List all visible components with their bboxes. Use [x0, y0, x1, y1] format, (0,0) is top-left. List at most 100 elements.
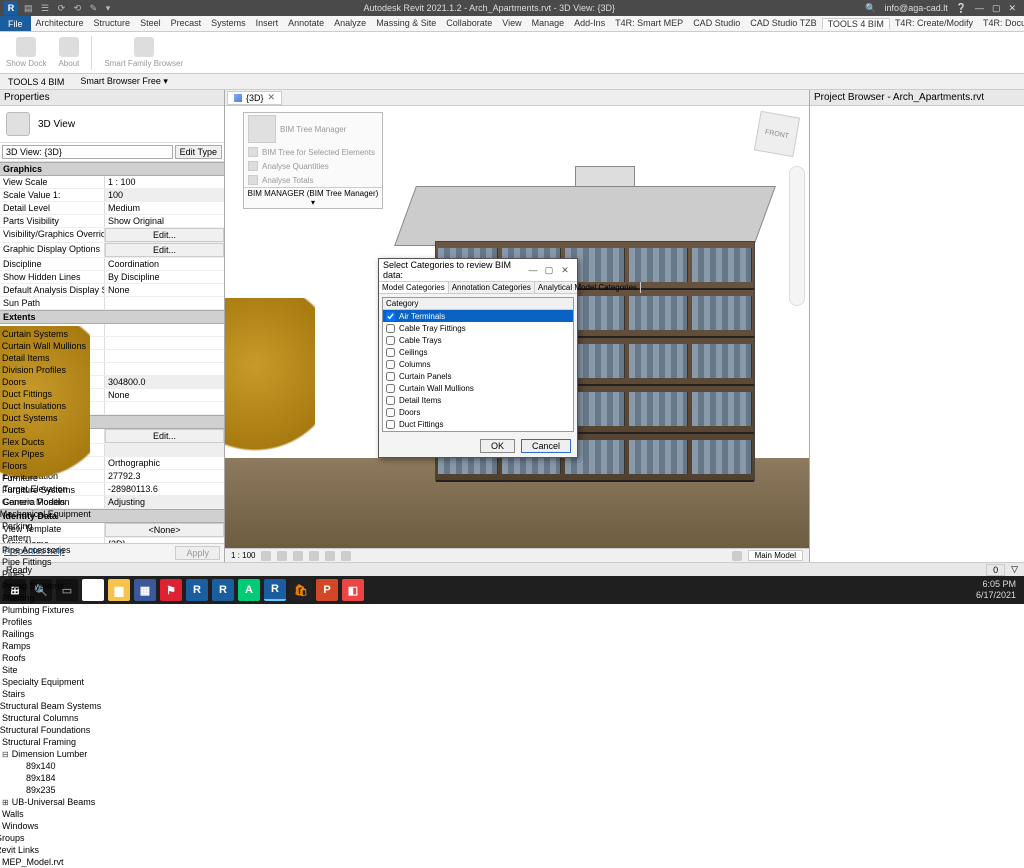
category-item[interactable]: Doors [383, 406, 573, 418]
revit-active-icon[interactable]: R [264, 579, 286, 601]
bim-panel-item[interactable]: BIM Tree for Selected Elements [244, 145, 382, 159]
app-icon[interactable]: ▦ [134, 579, 156, 601]
ribbon-tab-cad-studio[interactable]: CAD Studio [688, 18, 745, 29]
revit-2021-icon[interactable]: R [212, 579, 234, 601]
prop-row[interactable]: Show Hidden LinesBy Discipline [0, 271, 224, 284]
dialog-tab[interactable]: Analytical Model Categories [535, 282, 641, 293]
category-item[interactable]: Columns [383, 358, 573, 370]
viewcube[interactable]: FRONT [754, 111, 800, 157]
ribbon-tab-t4r-document[interactable]: T4R: Document [978, 18, 1024, 29]
category-checkbox[interactable] [386, 372, 395, 381]
render-icon[interactable] [325, 551, 335, 561]
ribbon-tab-collaborate[interactable]: Collaborate [441, 18, 497, 29]
category-checkbox[interactable] [386, 396, 395, 405]
bim-panel-item[interactable]: Analyse Totals [244, 173, 382, 187]
apply-button[interactable]: Apply [175, 546, 220, 560]
sunpath-icon[interactable] [293, 551, 303, 561]
category-item[interactable]: Detail Items [383, 394, 573, 406]
category-item[interactable]: Curtain Panels [383, 370, 573, 382]
prop-row[interactable]: DisciplineCoordination [0, 258, 224, 271]
ribbon-tab-tools-4-bim[interactable]: TOOLS 4 BIM [822, 18, 890, 29]
prop-row[interactable]: Sun Path [0, 297, 224, 310]
cancel-button[interactable]: Cancel [521, 439, 571, 453]
user-label[interactable]: info@aga-cad.lt [885, 3, 948, 14]
revit-2020-icon[interactable]: R [186, 579, 208, 601]
category-checkbox[interactable] [386, 384, 395, 393]
dialog-tab[interactable]: Model Categories [379, 282, 449, 293]
ribbon-tab-insert[interactable]: Insert [251, 18, 284, 29]
bim-panel-footer[interactable]: BIM MANAGER (BIM Tree Manager) ▾ [244, 187, 382, 208]
ribbon-tab-precast[interactable]: Precast [166, 18, 207, 29]
ok-button[interactable]: OK [480, 439, 515, 453]
ribbon-tab-systems[interactable]: Systems [206, 18, 251, 29]
ribbon-tab-architecture[interactable]: Architecture [31, 18, 89, 29]
close-icon[interactable]: ✕ [1008, 3, 1016, 14]
qat-icons[interactable]: ▤ ☰ ⟳ ⟲ ✎ ▾ [24, 3, 113, 14]
smart-browser-button[interactable]: Smart Family Browser [104, 37, 183, 68]
ribbon-tab-steel[interactable]: Steel [135, 18, 166, 29]
ribbon-tab-cad-studio-tzb[interactable]: CAD Studio TZB [745, 18, 821, 29]
ribbon-tab-manage[interactable]: Manage [527, 18, 570, 29]
search-icon[interactable]: 🔍 [865, 3, 876, 14]
category-item[interactable]: Air Terminals [383, 310, 573, 322]
bim-tree-icon[interactable] [248, 115, 276, 143]
autodesk-icon[interactable]: A [238, 579, 260, 601]
dialog-close-icon[interactable]: ✕ [557, 265, 573, 276]
prop-row[interactable]: Visibility/Graphics OverridesEdit... [0, 228, 224, 243]
category-checkbox[interactable] [386, 432, 395, 433]
category-list[interactable]: Category Air TerminalsCable Tray Fitting… [382, 297, 574, 432]
close-tab-icon[interactable]: ✕ [268, 92, 276, 103]
bim-panel-item[interactable]: Analyse Quantities [244, 159, 382, 173]
bim-big-label[interactable]: BIM Tree Manager [280, 125, 378, 134]
prop-row[interactable]: Scale Value 1:100 [0, 189, 224, 202]
ribbon-tab-view[interactable]: View [497, 18, 526, 29]
dialog-maximize-icon[interactable]: ▢ [541, 265, 557, 276]
type-selector[interactable]: 3D View: {3D} [2, 145, 173, 159]
category-item[interactable]: Cable Trays [383, 334, 573, 346]
category-checkbox[interactable] [386, 408, 395, 417]
crop-icon[interactable] [341, 551, 351, 561]
subbar-right[interactable]: Smart Browser Free ▾ [80, 76, 168, 87]
category-checkbox[interactable] [386, 312, 395, 321]
ribbon-tab-add-ins[interactable]: Add-Ins [569, 18, 610, 29]
ribbon-tab-t4r-create-modify[interactable]: T4R: Create/Modify [890, 18, 978, 29]
navigation-bar[interactable] [789, 166, 805, 306]
prop-row[interactable]: Detail LevelMedium [0, 202, 224, 215]
visual-style-icon[interactable] [277, 551, 287, 561]
view-tab[interactable]: {3D} ✕ [227, 91, 282, 105]
ribbon-tab-annotate[interactable]: Annotate [283, 18, 329, 29]
ppt-icon[interactable]: P [316, 579, 338, 601]
detail-level-icon[interactable] [261, 551, 271, 561]
category-item[interactable]: Ceilings [383, 346, 573, 358]
prop-row[interactable]: View Scale1 : 100 [0, 176, 224, 189]
file-tab[interactable]: File [0, 16, 31, 31]
ribbon-tab-t4r-smart-mep[interactable]: T4R: Smart MEP [610, 18, 688, 29]
prop-row[interactable]: Default Analysis Display StyleNone [0, 284, 224, 297]
prop-row[interactable]: Parts VisibilityShow Original [0, 215, 224, 228]
filter-icon[interactable] [732, 551, 742, 561]
ribbon-tab-massing-site[interactable]: Massing & Site [371, 18, 441, 29]
minimize-icon[interactable]: — [975, 3, 984, 14]
category-item[interactable]: Duct Fittings [383, 418, 573, 430]
flag-icon[interactable]: ⚑ [160, 579, 182, 601]
category-item[interactable]: Cable Tray Fittings [383, 322, 573, 334]
store-icon[interactable]: 🛍 [290, 579, 312, 601]
category-checkbox[interactable] [386, 324, 395, 333]
shadows-icon[interactable] [309, 551, 319, 561]
system-clock[interactable]: 6:05 PM 6/17/2021 [976, 579, 1020, 601]
misc-icon[interactable]: ◧ [342, 579, 364, 601]
category-item[interactable]: Duct Insulations [383, 430, 573, 432]
main-model-label[interactable]: Main Model [748, 550, 803, 561]
category-checkbox[interactable] [386, 420, 395, 429]
help-icon[interactable]: ❔ [956, 3, 967, 14]
scale-label[interactable]: 1 : 100 [231, 551, 255, 560]
filter-icon[interactable]: ▽ [1011, 564, 1018, 575]
category-checkbox[interactable] [386, 348, 395, 357]
category-item[interactable]: Curtain Wall Mullions [383, 382, 573, 394]
ribbon-tab-structure[interactable]: Structure [89, 18, 136, 29]
maximize-icon[interactable]: ▢ [992, 3, 1001, 14]
prop-row[interactable]: Graphic Display OptionsEdit... [0, 243, 224, 258]
dialog-tab[interactable]: Annotation Categories [449, 282, 535, 293]
prop-group[interactable]: Extents [0, 310, 224, 324]
prop-group[interactable]: Graphics [0, 162, 224, 176]
